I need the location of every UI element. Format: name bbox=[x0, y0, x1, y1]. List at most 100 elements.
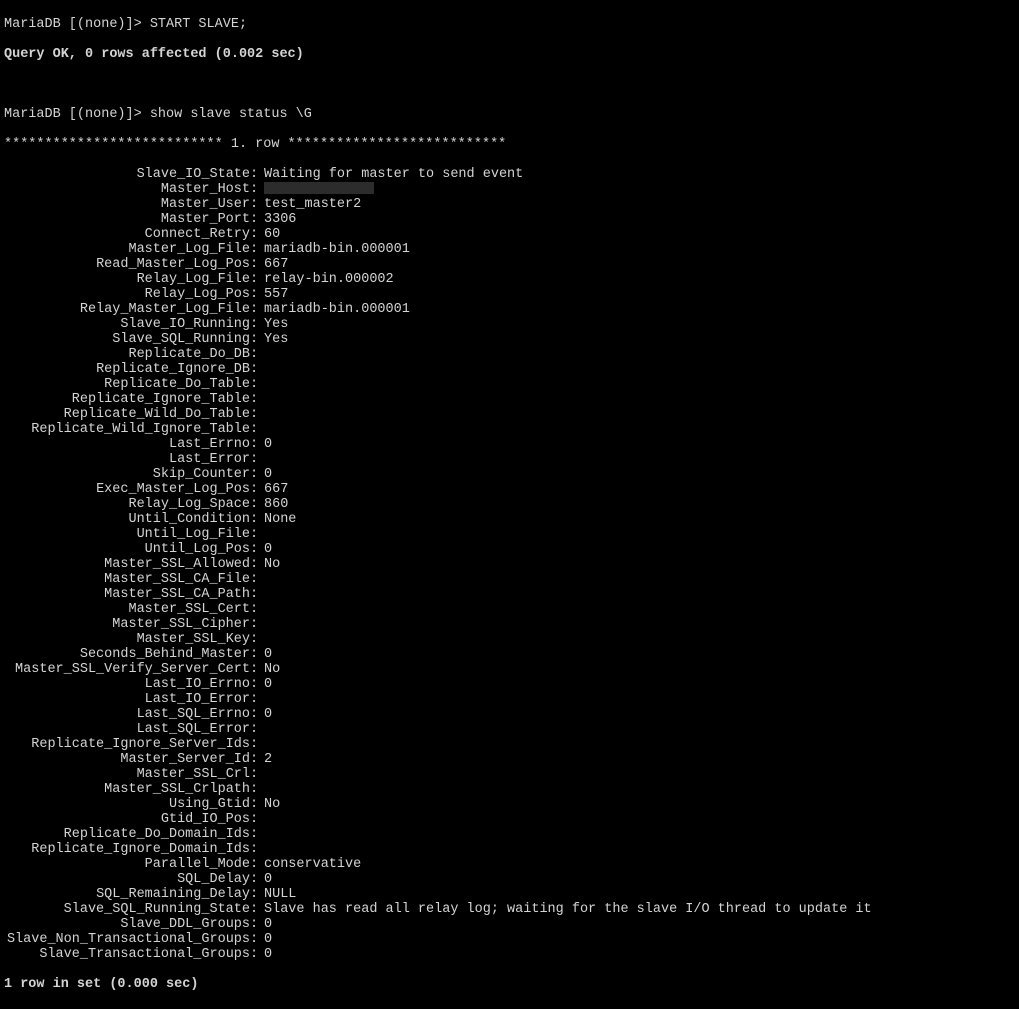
status-row: Until_Log_File: bbox=[4, 527, 1015, 542]
status-label: Slave_Transactional_Groups bbox=[4, 947, 250, 962]
status-row: Slave_SQL_Running: Yes bbox=[4, 332, 1015, 347]
status-value bbox=[264, 632, 1015, 647]
status-value bbox=[264, 347, 1015, 362]
status-label: SQL_Delay bbox=[4, 872, 250, 887]
status-row: Until_Log_Pos: 0 bbox=[4, 542, 1015, 557]
status-value bbox=[264, 782, 1015, 797]
colon-separator: : bbox=[250, 842, 264, 857]
status-label: Slave_SQL_Running bbox=[4, 332, 250, 347]
status-label: Relay_Log_Pos bbox=[4, 287, 250, 302]
status-row: Connect_Retry: 60 bbox=[4, 227, 1015, 242]
status-label: Until_Condition bbox=[4, 512, 250, 527]
status-value: No bbox=[264, 662, 1015, 677]
colon-separator: : bbox=[250, 392, 264, 407]
terminal-output: MariaDB [(none)]> START SLAVE; Query OK,… bbox=[0, 0, 1019, 1009]
status-value: 60 bbox=[264, 227, 1015, 242]
status-label: Until_Log_Pos bbox=[4, 542, 250, 557]
command: START SLAVE; bbox=[150, 17, 247, 32]
status-label: Replicate_Ignore_DB bbox=[4, 362, 250, 377]
status-label: Master_SSL_Crl bbox=[4, 767, 250, 782]
status-value bbox=[264, 602, 1015, 617]
status-value bbox=[264, 827, 1015, 842]
status-label: Last_Error bbox=[4, 452, 250, 467]
colon-separator: : bbox=[250, 482, 264, 497]
status-value bbox=[264, 407, 1015, 422]
status-row: Replicate_Ignore_DB: bbox=[4, 362, 1015, 377]
status-label: Replicate_Do_Domain_Ids bbox=[4, 827, 250, 842]
colon-separator: : bbox=[250, 257, 264, 272]
colon-separator: : bbox=[250, 947, 264, 962]
colon-separator: : bbox=[250, 347, 264, 362]
status-label: Relay_Log_File bbox=[4, 272, 250, 287]
status-value: 0 bbox=[264, 947, 1015, 962]
status-value bbox=[264, 617, 1015, 632]
status-row: Relay_Master_Log_File: mariadb-bin.00000… bbox=[4, 302, 1015, 317]
status-value bbox=[264, 422, 1015, 437]
colon-separator: : bbox=[250, 662, 264, 677]
status-label: Slave_IO_Running bbox=[4, 317, 250, 332]
status-value: 3306 bbox=[264, 212, 1015, 227]
status-row: Last_IO_Error: bbox=[4, 692, 1015, 707]
colon-separator: : bbox=[250, 557, 264, 572]
status-label: Parallel_Mode bbox=[4, 857, 250, 872]
status-label: Master_Host bbox=[4, 182, 250, 197]
status-row: Relay_Log_Space: 860 bbox=[4, 497, 1015, 512]
status-value: Slave has read all relay log; waiting fo… bbox=[264, 902, 1015, 917]
colon-separator: : bbox=[250, 632, 264, 647]
status-label: Replicate_Ignore_Table bbox=[4, 392, 250, 407]
status-value: relay-bin.000002 bbox=[264, 272, 1015, 287]
status-row: Master_SSL_Crlpath: bbox=[4, 782, 1015, 797]
prompt: MariaDB [(none)]> bbox=[4, 107, 150, 122]
status-value bbox=[264, 572, 1015, 587]
status-value: No bbox=[264, 797, 1015, 812]
colon-separator: : bbox=[250, 782, 264, 797]
status-row: Master_Port: 3306 bbox=[4, 212, 1015, 227]
colon-separator: : bbox=[250, 362, 264, 377]
status-value: 0 bbox=[264, 647, 1015, 662]
status-value: 0 bbox=[264, 872, 1015, 887]
status-label: Connect_Retry bbox=[4, 227, 250, 242]
status-value: 0 bbox=[264, 467, 1015, 482]
status-label: Seconds_Behind_Master bbox=[4, 647, 250, 662]
status-row: Using_Gtid: No bbox=[4, 797, 1015, 812]
status-label: Replicate_Do_Table bbox=[4, 377, 250, 392]
status-value bbox=[264, 377, 1015, 392]
status-row: Gtid_IO_Pos: bbox=[4, 812, 1015, 827]
status-value: 667 bbox=[264, 482, 1015, 497]
status-label: Master_SSL_Verify_Server_Cert bbox=[4, 662, 250, 677]
status-label: Master_SSL_Allowed bbox=[4, 557, 250, 572]
status-value bbox=[264, 722, 1015, 737]
command: show slave status \G bbox=[150, 107, 312, 122]
colon-separator: : bbox=[250, 497, 264, 512]
status-row: Slave_IO_Running: Yes bbox=[4, 317, 1015, 332]
status-row: Slave_DDL_Groups: 0 bbox=[4, 917, 1015, 932]
redacted-value bbox=[264, 182, 374, 194]
status-label: Until_Log_File bbox=[4, 527, 250, 542]
status-value bbox=[264, 452, 1015, 467]
status-value: 667 bbox=[264, 257, 1015, 272]
status-row: Master_Host: bbox=[4, 182, 1015, 197]
status-label: Replicate_Wild_Ignore_Table bbox=[4, 422, 250, 437]
status-label: Relay_Master_Log_File bbox=[4, 302, 250, 317]
colon-separator: : bbox=[250, 677, 264, 692]
status-label: Exec_Master_Log_Pos bbox=[4, 482, 250, 497]
status-label: Master_SSL_CA_File bbox=[4, 572, 250, 587]
status-row: Master_SSL_Cipher: bbox=[4, 617, 1015, 632]
status-row: Last_Errno: 0 bbox=[4, 437, 1015, 452]
status-value: 0 bbox=[264, 917, 1015, 932]
colon-separator: : bbox=[250, 692, 264, 707]
status-label: Slave_IO_State bbox=[4, 167, 250, 182]
status-row: Last_Error: bbox=[4, 452, 1015, 467]
status-row: Last_IO_Errno: 0 bbox=[4, 677, 1015, 692]
status-value: 0 bbox=[264, 437, 1015, 452]
colon-separator: : bbox=[250, 422, 264, 437]
colon-separator: : bbox=[250, 527, 264, 542]
status-row: Replicate_Ignore_Server_Ids: bbox=[4, 737, 1015, 752]
status-value: 0 bbox=[264, 542, 1015, 557]
status-value: None bbox=[264, 512, 1015, 527]
colon-separator: : bbox=[250, 812, 264, 827]
status-value: 2 bbox=[264, 752, 1015, 767]
status-row: Master_Server_Id: 2 bbox=[4, 752, 1015, 767]
colon-separator: : bbox=[250, 437, 264, 452]
colon-separator: : bbox=[250, 377, 264, 392]
